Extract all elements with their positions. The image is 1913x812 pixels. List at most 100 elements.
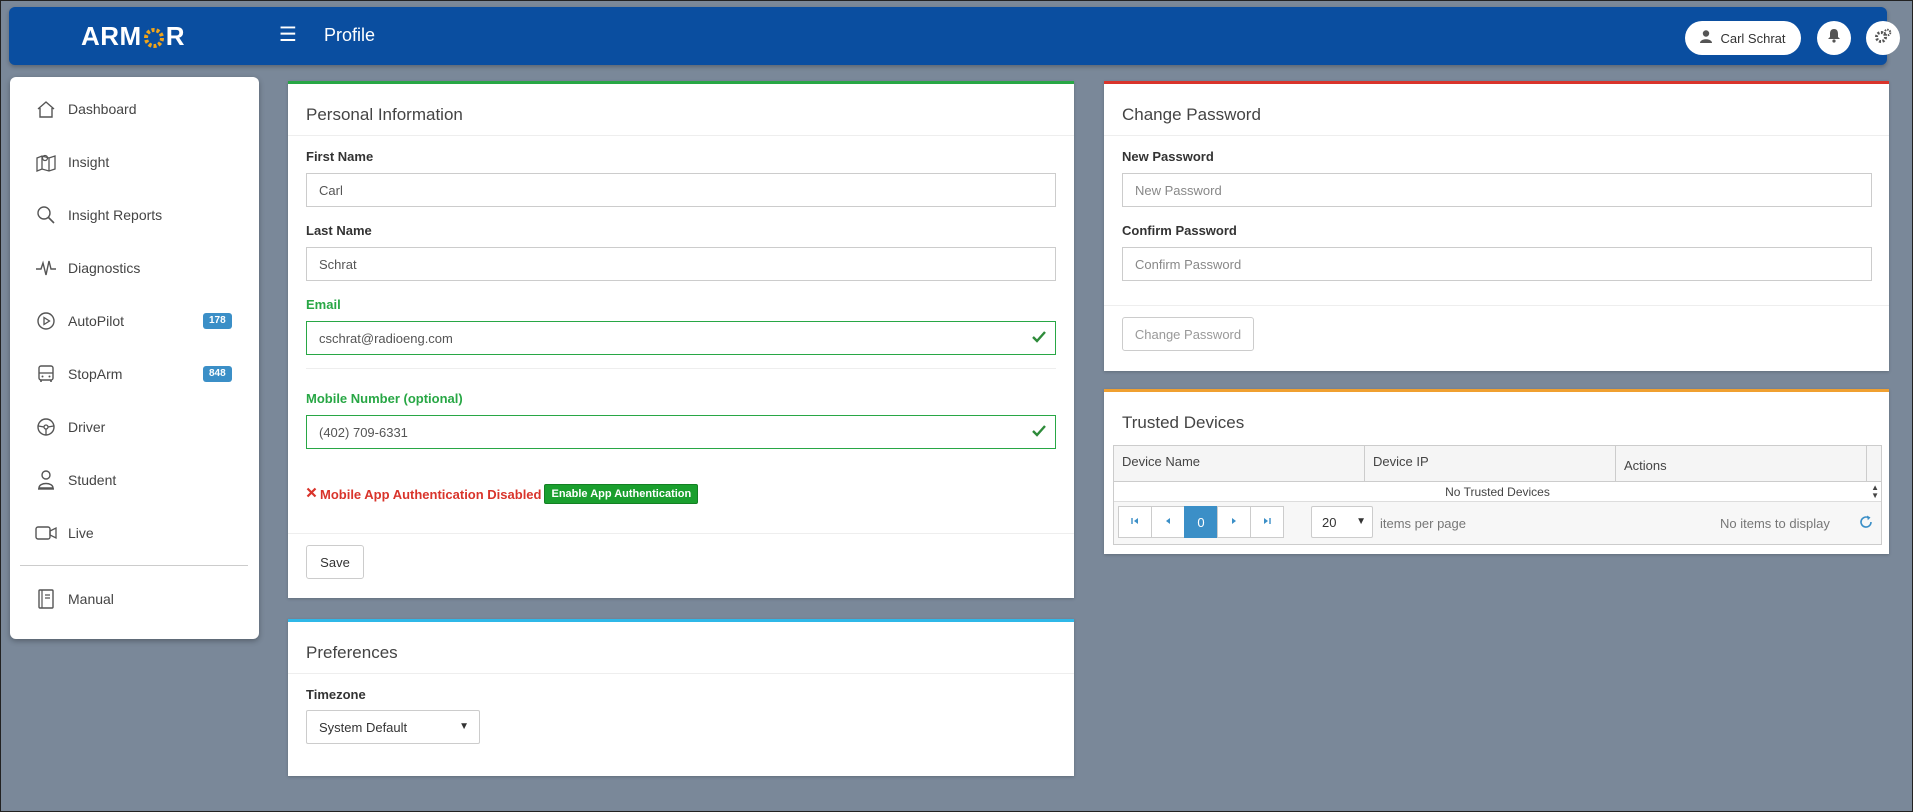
field-divider [306, 368, 1056, 369]
column-header-actions[interactable]: Actions [1616, 446, 1867, 482]
first-name-field[interactable]: Carl [306, 173, 1056, 207]
page-title: Profile [324, 25, 376, 45]
chevron-down-icon: ▼ [459, 721, 469, 732]
user-icon [1700, 30, 1713, 46]
steering-wheel-icon [34, 415, 58, 439]
sidebar-item-live[interactable]: Live [10, 513, 259, 553]
sidebar-item-diagnostics[interactable]: Diagnostics [10, 248, 259, 288]
sidebar-item-label: Insight [68, 154, 110, 170]
first-name-value: Carl [319, 182, 343, 198]
grid-pager: 0 20 ▼ items per page No items to displa [1114, 502, 1881, 544]
email-field[interactable]: cschrat@radioeng.com [306, 321, 1056, 355]
last-name-label: Last Name [306, 223, 372, 238]
sidebar-item-stoparm[interactable]: StopArm 848 [10, 354, 259, 394]
enable-app-auth-button[interactable]: Enable App Authentication [544, 484, 699, 504]
pager-info: No items to display [1720, 516, 1830, 531]
last-page-button[interactable] [1250, 506, 1284, 538]
sidebar-item-dashboard[interactable]: Dashboard [10, 89, 259, 129]
card-title: Change Password [1122, 105, 1261, 124]
app-auth-row: Mobile App Authentication Disabled Enabl… [306, 484, 699, 504]
preferences-card: Preferences Timezone System Default ▼ [288, 619, 1074, 776]
sidebar-item-label: Live [68, 525, 94, 541]
map-icon [34, 150, 58, 174]
timezone-select[interactable]: System Default ▼ [306, 710, 480, 744]
app-frame: ARM R ☰ Profile Carl Schrat Dashboard In… [0, 0, 1913, 812]
sidebar-item-insight-reports[interactable]: Insight Reports [10, 195, 259, 235]
page-size-select[interactable]: 20 ▼ [1311, 506, 1373, 538]
personal-info-card: Personal Information First Name Carl Las… [288, 81, 1074, 598]
card-divider [288, 673, 1074, 674]
email-valid-check-icon [1031, 329, 1047, 348]
column-header-device-ip[interactable]: Device IP [1365, 446, 1616, 482]
armor-logo[interactable]: ARM R [81, 21, 185, 51]
refresh-icon[interactable] [1858, 514, 1874, 535]
gear-icon [1874, 28, 1892, 49]
chevron-down-icon: ▼ [1356, 516, 1366, 527]
sidebar-divider [20, 565, 248, 566]
column-header-device-name[interactable]: Device Name [1114, 446, 1365, 482]
mobile-valid-check-icon [1031, 423, 1047, 442]
timezone-value: System Default [319, 719, 408, 735]
new-password-placeholder: New Password [1135, 182, 1222, 198]
email-value: cschrat@radioeng.com [319, 330, 453, 346]
new-password-label: New Password [1122, 149, 1214, 164]
last-name-value: Schrat [319, 256, 357, 272]
auth-status-text: Mobile App Authentication Disabled [320, 486, 542, 502]
new-password-field[interactable]: New Password [1122, 173, 1872, 207]
play-circle-icon [34, 309, 58, 333]
email-label: Email [306, 297, 341, 312]
last-name-field[interactable]: Schrat [306, 247, 1056, 281]
settings-button[interactable] [1866, 21, 1900, 55]
sidebar-item-label: Manual [68, 591, 114, 607]
menu-toggle-icon[interactable]: ☰ [279, 25, 299, 45]
footer-divider [288, 533, 1074, 534]
previous-page-button[interactable] [1151, 506, 1185, 538]
first-page-button[interactable] [1118, 506, 1152, 538]
notifications-button[interactable] [1817, 21, 1851, 55]
auth-disabled-x-icon [306, 485, 317, 503]
page-size-value: 20 [1322, 514, 1337, 530]
book-icon [34, 587, 58, 611]
next-page-button[interactable] [1217, 506, 1251, 538]
sidebar-item-label: Insight Reports [68, 207, 163, 223]
card-title: Trusted Devices [1122, 413, 1245, 432]
grid-header: Device Name Device IP Actions [1114, 446, 1881, 482]
first-page-icon [1130, 516, 1140, 529]
save-button[interactable]: Save [306, 545, 364, 579]
autopilot-count-badge: 178 [203, 313, 232, 329]
mobile-field[interactable]: (402) 709-6331 [306, 415, 1056, 449]
last-page-icon [1262, 516, 1272, 529]
sidebar-item-driver[interactable]: Driver [10, 407, 259, 447]
sidebar-item-label: Diagnostics [68, 260, 141, 276]
items-per-page-label: items per page [1380, 516, 1466, 531]
change-password-card: Change Password New Password New Passwor… [1104, 81, 1889, 371]
sidebar-item-label: StopArm [68, 366, 123, 382]
logo-gear-icon [143, 25, 165, 48]
bell-icon [1827, 28, 1841, 48]
next-page-icon [1229, 516, 1239, 529]
sidebar-item-label: Dashboard [68, 101, 137, 117]
trusted-devices-card: Trusted Devices Device Name Device IP Ac… [1104, 389, 1889, 554]
user-name: Carl Schrat [1720, 30, 1786, 46]
confirm-password-field[interactable]: Confirm Password [1122, 247, 1872, 281]
confirm-password-label: Confirm Password [1122, 223, 1237, 238]
card-title: Personal Information [306, 105, 463, 124]
mobile-value: (402) 709-6331 [319, 424, 408, 440]
confirm-password-placeholder: Confirm Password [1135, 256, 1242, 272]
sidebar-item-insight[interactable]: Insight [10, 142, 259, 182]
user-menu-button[interactable]: Carl Schrat [1685, 21, 1801, 55]
sidebar-item-autopilot[interactable]: AutoPilot 178 [10, 301, 259, 341]
student-icon [34, 468, 58, 492]
sidebar-item-manual[interactable]: Manual [10, 579, 259, 619]
sidebar-item-label: Student [68, 472, 117, 488]
change-password-button[interactable]: Change Password [1122, 317, 1254, 351]
home-icon [34, 97, 58, 121]
sidebar: Dashboard Insight Insight Reports Diagno… [10, 77, 259, 639]
search-icon [34, 203, 58, 227]
trusted-devices-grid: Device Name Device IP Actions No Trusted… [1113, 445, 1882, 545]
previous-page-icon [1163, 516, 1173, 529]
top-bar: ARM R ☰ Profile Carl Schrat [9, 7, 1900, 65]
sidebar-item-student[interactable]: Student [10, 460, 259, 500]
current-page-button[interactable]: 0 [1184, 506, 1218, 538]
grid-scrollbar[interactable]: ▲ ▼ [1871, 484, 1879, 500]
